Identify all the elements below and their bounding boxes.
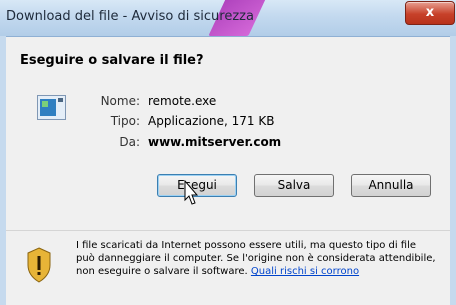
window-frame-right (450, 36, 456, 305)
file-source-label: Da: (119, 135, 140, 149)
file-source-value: www.mitserver.com (148, 135, 282, 149)
file-name-label: Nome: (100, 94, 140, 108)
file-name-value: remote.exe (148, 94, 217, 108)
close-button[interactable]: x (405, 1, 455, 25)
security-shield-icon (27, 247, 51, 283)
mouse-pointer-icon (184, 180, 199, 205)
cancel-button[interactable]: Annulla (351, 174, 431, 197)
dialog-heading: Eseguire o salvare il file? (20, 53, 204, 68)
risks-link[interactable]: Quali rischi si corrono (251, 266, 359, 277)
window-title: Download del file - Avviso di sicurezza (6, 9, 254, 24)
save-button[interactable]: Salva (254, 174, 334, 197)
file-type-value: Applicazione, 171 KB (148, 114, 275, 128)
security-warning-text: I file scaricati da Internet possono ess… (76, 239, 436, 278)
file-type-label: Tipo: (110, 114, 140, 128)
application-file-icon (37, 95, 66, 120)
title-bar[interactable]: Download del file - Avviso di sicurezza … (0, 0, 456, 37)
section-divider (6, 230, 450, 231)
